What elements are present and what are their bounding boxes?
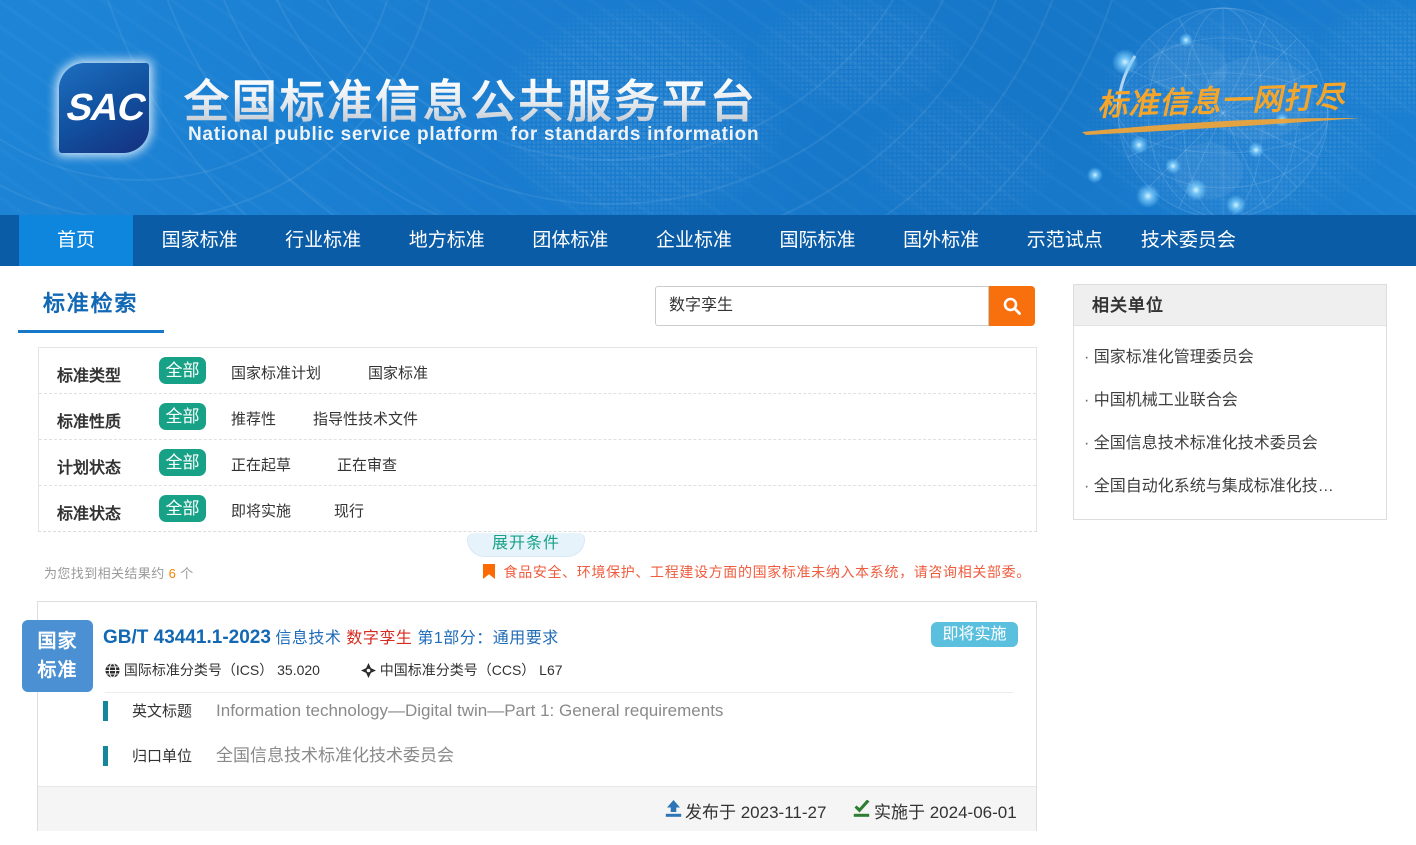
svg-text:SAC: SAC (62, 87, 149, 129)
